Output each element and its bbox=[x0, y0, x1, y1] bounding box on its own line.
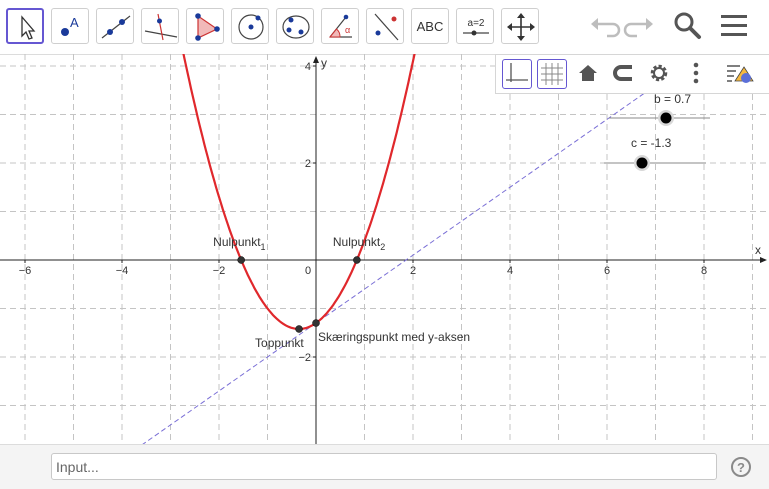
slider-b[interactable] bbox=[605, 106, 715, 130]
point-tool-button[interactable]: A bbox=[51, 8, 89, 44]
toppunkt-point bbox=[295, 325, 303, 333]
circle-tool-button[interactable] bbox=[231, 8, 269, 44]
nulpunkt-2-point bbox=[353, 256, 361, 264]
perpendicular-tool-button[interactable] bbox=[141, 8, 179, 44]
show-axes-toggle[interactable] bbox=[502, 59, 532, 89]
x-tick-label: 0 bbox=[305, 265, 311, 277]
x-tick-label: −4 bbox=[116, 265, 129, 277]
polygon-icon bbox=[195, 13, 220, 41]
show-grid-toggle[interactable] bbox=[537, 59, 567, 89]
search-button[interactable] bbox=[671, 10, 705, 42]
text-icon: ABC bbox=[416, 18, 444, 34]
slider-tool-button[interactable]: a=2 bbox=[456, 8, 494, 44]
magnet-icon bbox=[613, 65, 632, 81]
nulpunkt-1-label: Nulpunkt1 bbox=[213, 235, 265, 252]
move-view-tool-button[interactable] bbox=[501, 8, 539, 44]
grid-icon bbox=[541, 63, 563, 85]
point-capturing-button[interactable] bbox=[609, 59, 639, 89]
gear-icon bbox=[650, 64, 668, 82]
toppunkt-label: Toppunkt bbox=[255, 336, 304, 350]
graphics-settings-button[interactable] bbox=[645, 59, 675, 89]
toolbar: A α ABC a=2 bbox=[0, 0, 769, 55]
slider-b-label: b = 0.7 bbox=[654, 92, 692, 106]
more-vertical-icon bbox=[693, 62, 699, 84]
hamburger-menu-icon bbox=[721, 15, 747, 36]
conic-tool-button[interactable] bbox=[276, 8, 314, 44]
reflect-tool-button[interactable] bbox=[366, 8, 404, 44]
input-help-button[interactable]: ? bbox=[731, 457, 751, 477]
y-tick-label: −2 bbox=[298, 352, 311, 364]
toggle-style-bar-button[interactable] bbox=[724, 59, 754, 89]
angle-tool-button[interactable]: α bbox=[321, 8, 359, 44]
undo-button[interactable] bbox=[587, 10, 621, 42]
y-axis-arrow bbox=[313, 56, 319, 63]
reflect-about-line-icon bbox=[374, 13, 399, 41]
x-tick-label: −6 bbox=[19, 265, 32, 277]
x-tick-label: 4 bbox=[507, 265, 513, 277]
redo-button[interactable] bbox=[623, 10, 657, 42]
nulpunkt-1-point bbox=[237, 256, 245, 264]
x-axis-label: x bbox=[755, 243, 761, 257]
line-icon bbox=[101, 15, 131, 39]
main-menu-button[interactable] bbox=[718, 10, 752, 42]
style-bar bbox=[495, 54, 769, 94]
move-graphics-view-icon bbox=[507, 13, 535, 41]
svg-text:A: A bbox=[70, 15, 79, 30]
home-icon bbox=[579, 65, 597, 81]
conic-icon bbox=[282, 15, 310, 39]
nulpunkt-2-label: Nulpunkt2 bbox=[333, 235, 385, 252]
y-axis-label: y bbox=[321, 56, 327, 70]
more-options-button[interactable] bbox=[682, 59, 712, 89]
standard-view-button[interactable] bbox=[574, 59, 604, 89]
x-tick-label: −2 bbox=[213, 265, 226, 277]
search-icon bbox=[674, 12, 701, 39]
graphics-view[interactable]: x y −6 −4 −2 0 2 4 6 8 4 2 −2 Nulpunkt1 Nulpunkt2 Topp… bbox=[0, 54, 769, 444]
style-bar-toggle-icon bbox=[727, 65, 754, 83]
perpendicular-line-icon bbox=[144, 13, 178, 41]
y-tick-label: 2 bbox=[305, 158, 311, 170]
x-tick-label: 6 bbox=[604, 265, 610, 277]
x-axis-arrow bbox=[760, 257, 767, 263]
circle-center-point-icon bbox=[238, 14, 264, 40]
svg-text:α: α bbox=[345, 25, 350, 35]
parabola-curve bbox=[182, 54, 416, 331]
skaeringspunkt-label: Skæringspunkt med y-aksen bbox=[318, 330, 470, 344]
x-tick-label: 2 bbox=[410, 265, 416, 277]
slider-c[interactable] bbox=[600, 151, 710, 175]
svg-text:a=2: a=2 bbox=[468, 18, 485, 29]
undo-icon bbox=[591, 18, 621, 38]
point-icon: A bbox=[61, 15, 79, 36]
redo-icon bbox=[623, 18, 653, 38]
skaeringspunkt-point bbox=[312, 319, 320, 327]
polygon-tool-button[interactable] bbox=[186, 8, 224, 44]
move-pointer-icon bbox=[21, 15, 36, 40]
slider-c-label: c = -1.3 bbox=[631, 136, 672, 150]
text-tool-button[interactable]: ABC bbox=[411, 8, 449, 44]
y-tick-label: 4 bbox=[305, 61, 311, 73]
algebra-input-field[interactable] bbox=[51, 453, 717, 480]
line-tool-button[interactable] bbox=[96, 8, 134, 44]
axes-icon bbox=[506, 63, 528, 82]
x-tick-label: 8 bbox=[701, 265, 707, 277]
input-bar: ? bbox=[0, 444, 769, 489]
slider-icon: a=2 bbox=[463, 18, 489, 36]
angle-icon: α bbox=[328, 14, 352, 38]
help-icon: ? bbox=[737, 459, 745, 475]
move-tool-button[interactable] bbox=[6, 8, 44, 44]
